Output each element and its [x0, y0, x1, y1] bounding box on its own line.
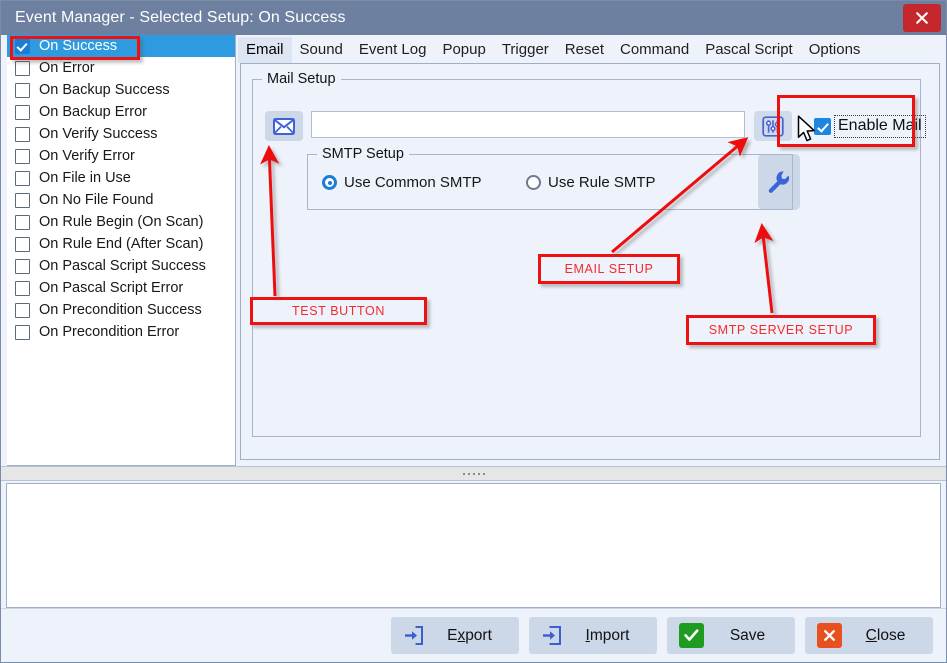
export-button-label: Export: [447, 626, 492, 644]
tab-reset[interactable]: Reset: [557, 37, 612, 63]
orange-x-icon: [817, 623, 842, 648]
event-item-label: On Rule End (After Scan): [39, 236, 204, 252]
mail-address-input[interactable]: [311, 111, 745, 138]
close-x-icon: [916, 12, 928, 24]
mail-setup-title: Mail Setup: [262, 71, 341, 87]
tab-command[interactable]: Command: [612, 37, 697, 63]
event-item-label: On Pascal Script Error: [39, 280, 184, 296]
tab-email[interactable]: Email: [238, 37, 292, 63]
splitter-grip-icon: [462, 472, 485, 475]
enable-mail-check-box-glyph: [814, 118, 831, 135]
event-list-item[interactable]: On Verify Success: [7, 123, 235, 145]
event-list-item[interactable]: On Precondition Success: [7, 299, 235, 321]
event-list-item[interactable]: On Pascal Script Error: [7, 277, 235, 299]
sliders-icon: [762, 115, 784, 137]
panel-splitter[interactable]: [1, 466, 946, 481]
event-item-label: On Verify Error: [39, 148, 135, 164]
tab-popup[interactable]: Popup: [434, 37, 493, 63]
radio-label-common: Use Common SMTP: [344, 174, 482, 191]
event-item-label: On No File Found: [39, 192, 154, 208]
event-item-checkbox[interactable]: [15, 104, 30, 120]
import-button-label: Import: [585, 626, 630, 644]
event-item-label: On Backup Success: [39, 82, 170, 98]
event-item-checkbox[interactable]: [15, 60, 30, 76]
event-list-item[interactable]: On Rule End (After Scan): [7, 233, 235, 255]
radio-label-rule: Use Rule SMTP: [548, 174, 656, 191]
event-list-item[interactable]: On Error: [7, 57, 235, 79]
enable-mail-checkbox[interactable]: Enable Mail: [814, 115, 926, 138]
event-item-checkbox[interactable]: [15, 258, 30, 274]
green-check-icon-wrap: [679, 623, 704, 648]
event-item-label: On Error: [39, 60, 95, 76]
event-list-item[interactable]: On Success: [7, 35, 235, 57]
save-button-label: Save: [729, 626, 766, 644]
event-item-checkbox[interactable]: [15, 192, 30, 208]
event-item-checkbox[interactable]: [15, 148, 30, 164]
close-button-label: Close: [865, 626, 906, 644]
email-setup-button[interactable]: [754, 111, 792, 141]
event-list[interactable]: On Success On Error On Backup Success On Ba…: [7, 35, 236, 466]
radio-use-common-smtp[interactable]: Use Common SMTP: [322, 174, 482, 191]
event-list-item[interactable]: On File in Use: [7, 167, 235, 189]
tab-sound[interactable]: Sound: [292, 37, 351, 63]
orange-x-icon-wrap: [817, 623, 842, 648]
event-item-checkbox[interactable]: [15, 214, 30, 230]
export-button[interactable]: Export: [391, 617, 519, 654]
test-mail-button[interactable]: [265, 111, 303, 141]
event-item-checkbox[interactable]: [15, 280, 30, 296]
smtp-setup-title: SMTP Setup: [317, 146, 409, 162]
email-tab-page: Mail Setup Enable Mail SMTP Setup Use Co…: [240, 63, 940, 460]
tab-panel: Email Sound Event Log Popup Trigger Reset Comm…: [236, 35, 946, 466]
event-item-label: On File in Use: [39, 170, 131, 186]
tab-pascal-script[interactable]: Pascal Script: [697, 37, 801, 63]
event-item-label: On Pascal Script Success: [39, 258, 206, 274]
event-item-checkbox[interactable]: [15, 126, 30, 142]
upper-area: On Success On Error On Backup Success On Ba…: [1, 35, 946, 466]
event-item-checkbox[interactable]: [15, 170, 30, 186]
event-list-item[interactable]: On Precondition Error: [7, 321, 235, 343]
event-item-label: On Verify Success: [39, 126, 158, 142]
close-button[interactable]: Close: [805, 617, 933, 654]
event-list-item[interactable]: On Pascal Script Success: [7, 255, 235, 277]
radio-dot-common: [322, 175, 337, 190]
radio-use-rule-smtp[interactable]: Use Rule SMTP: [526, 174, 656, 191]
event-item-checkbox[interactable]: [15, 324, 30, 340]
event-item-checkbox[interactable]: [15, 236, 30, 252]
event-item-checkbox[interactable]: [15, 38, 30, 54]
event-item-label: On Backup Error: [39, 104, 147, 120]
footer-button-bar: Export Import Save Close: [1, 608, 946, 662]
green-check-icon: [679, 623, 704, 648]
import-arrow-icon: [543, 626, 561, 645]
import-arrow-icon-wrap: [541, 625, 562, 646]
radio-dot-rule: [526, 175, 541, 190]
export-arrow-icon: [405, 626, 423, 645]
event-list-item[interactable]: On Backup Success: [7, 79, 235, 101]
event-item-label: On Precondition Error: [39, 324, 180, 340]
mail-setup-group: Mail Setup Enable Mail SMTP Setup Use Co…: [252, 71, 926, 437]
save-button[interactable]: Save: [667, 617, 795, 654]
event-item-label: On Success: [39, 38, 118, 54]
event-list-item[interactable]: On No File Found: [7, 189, 235, 211]
window-title: Event Manager - Selected Setup: On Succe…: [15, 9, 346, 26]
tab-options[interactable]: Options: [801, 37, 869, 63]
enable-mail-label: Enable Mail: [834, 115, 926, 138]
tab-strip[interactable]: Email Sound Event Log Popup Trigger Reset Comm…: [236, 35, 946, 63]
event-manager-window: Event Manager - Selected Setup: On Succe…: [0, 0, 947, 663]
tab-trigger[interactable]: Trigger: [494, 37, 557, 63]
import-button[interactable]: Import: [529, 617, 657, 654]
export-arrow-icon-wrap: [403, 625, 424, 646]
event-item-checkbox[interactable]: [15, 82, 30, 98]
event-item-label: On Precondition Success: [39, 302, 202, 318]
event-item-label: On Rule Begin (On Scan): [39, 214, 204, 230]
event-item-checkbox[interactable]: [15, 302, 30, 318]
tab-event-log[interactable]: Event Log: [351, 37, 435, 63]
event-list-item[interactable]: On Rule Begin (On Scan): [7, 211, 235, 233]
log-pane[interactable]: [6, 483, 941, 608]
envelope-icon: [273, 117, 295, 135]
window-close-button[interactable]: [903, 4, 941, 32]
smtp-setup-group: SMTP Setup Use Common SMTP Use Rule SMTP: [307, 146, 793, 210]
event-list-item[interactable]: On Verify Error: [7, 145, 235, 167]
event-list-item[interactable]: On Backup Error: [7, 101, 235, 123]
title-bar: Event Manager - Selected Setup: On Succe…: [1, 1, 946, 35]
